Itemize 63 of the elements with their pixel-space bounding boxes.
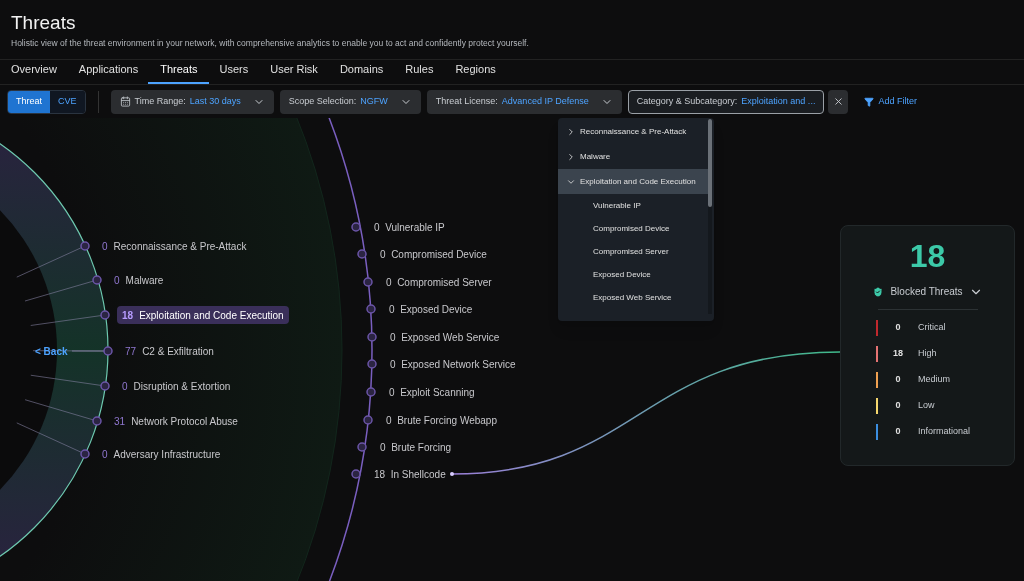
dropdown-subcategory-item[interactable]: Exposed Device [558,263,708,286]
dropdown-category-item[interactable]: Reconnaissance & Pre-Attack [558,119,708,144]
category-node-label[interactable]: 77 C2 & Exfiltration [120,342,219,360]
severity-count: 0 [894,399,902,413]
tab[interactable]: Regions [455,60,496,84]
severity-count: 0 [894,425,902,439]
subcategory-node-label: 0 Exposed Web Service [390,331,500,345]
subcategory-node-label: 0 Exploit Scanning [389,386,475,400]
page-title: Threats [11,12,77,34]
dropdown-subcategory-item[interactable]: Exposed Web Service [558,286,708,309]
chevron-right-icon [566,151,576,162]
category-node-label[interactable]: 0 Adversary Infrastructure [97,445,226,463]
tab[interactable]: Rules [405,60,434,84]
filter-dropdown[interactable]: Scope Selection: NGFW [279,89,421,114]
category-node-label[interactable]: 0 Malware [109,271,169,289]
category-node-label[interactable]: 31 Network Protocol Abuse [109,412,243,430]
mode-toggle[interactable]: Threat [8,90,50,113]
dropdown-subcategory-item[interactable]: Vulnerable IP [558,194,708,217]
severity-count: 0 [894,373,902,387]
add-filter-button[interactable]: Add Filter [864,94,917,109]
shield-check-icon [872,285,885,298]
subcategory-node-label: 0 Compromised Server [386,276,492,290]
severity-label: Critical [918,321,946,335]
subcategory-node-label: 0 Exposed Device [389,303,473,317]
close-icon [832,96,844,107]
dropdown-category-item[interactable]: Malware [558,144,708,169]
tab[interactable]: Users [219,60,249,84]
subcategory-node-label: 18 In Shellcode [374,468,446,482]
tab[interactable]: Threats [148,60,210,84]
tab[interactable]: Domains [339,60,384,84]
dropdown-category-item[interactable]: Exploitation and Code Execution [558,169,708,194]
subcategory-node-label: 0 Exposed Network Service [390,358,516,372]
subcategory-node-label: 0 Brute Forcing Webapp [386,414,497,428]
category-node-label[interactable]: 0 Disruption & Extortion [117,377,236,395]
subcategory-node-label: 0 Compromised Device [380,248,487,262]
total-count: 18 [909,237,946,276]
severity-count: 0 [894,321,902,335]
severity-count: 18 [892,347,904,361]
tab[interactable]: Overview [11,60,57,84]
chevron-right-icon [566,126,576,137]
subcategory-node-label: 0 Brute Forcing [380,441,452,455]
page-subtitle: Holistic view of the threat environment in your network, with comprehensive analytics to enable you to act and confidently protect yourself. [11,37,530,50]
dropdown-subcategory-item[interactable]: Compromised Server [558,240,708,263]
tab[interactable]: User Risk [270,60,318,84]
filter-dropdown[interactable]: Category & Subcategory: Exploitation and ... [627,89,825,114]
tab[interactable]: Applications [78,60,139,84]
calendar-icon [119,96,131,107]
category-node-label[interactable]: 0 Reconnaissance & Pre-Attack [97,237,252,255]
filter-dropdown[interactable]: Time Range: Last 30 days [110,89,274,114]
subcategory-node-label: 0 Vulnerable IP [374,221,445,235]
blocked-threats-dropdown[interactable]: Blocked Threats [872,284,983,299]
filter-icon [864,96,875,107]
dropdown-subcategory-item[interactable]: Compromised Device [558,217,708,240]
severity-label: High [918,347,937,361]
scrollbar-thumb[interactable] [708,119,712,207]
back-link[interactable]: < Back [35,344,68,359]
severity-label: Medium [918,373,950,387]
severity-label: Low [918,399,935,413]
category-node-label[interactable]: 18 Exploitation and Code Execution [117,306,289,324]
clear-button[interactable] [828,89,849,114]
filter-dropdown[interactable]: Threat License: Advanced IP Defense [426,89,622,114]
severity-label: Informational [918,425,971,439]
mode-toggle[interactable]: CVE [50,90,85,113]
